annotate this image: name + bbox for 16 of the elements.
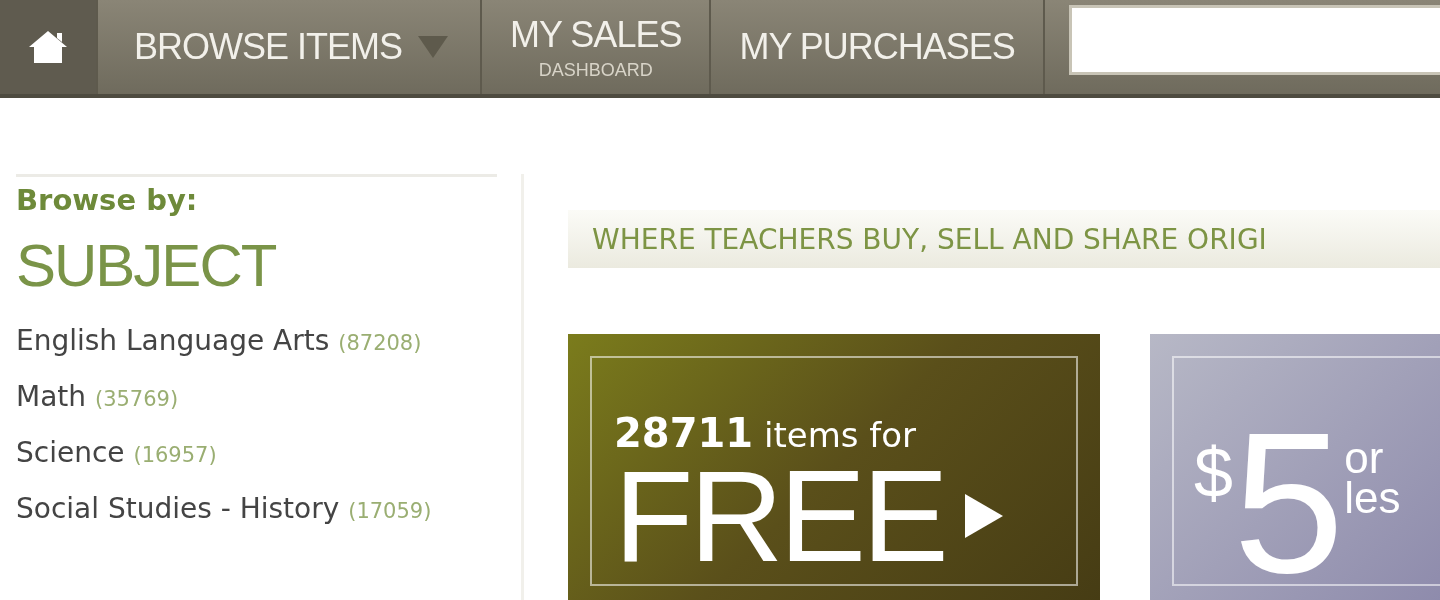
subject-title: SUBJECT (16, 231, 277, 300)
nav-link[interactable]: MY SALES DASHBOARD (480, 0, 710, 94)
browse-by-heading: Browse by: (16, 183, 199, 217)
search-field[interactable] (1068, 5, 1440, 75)
subject-link[interactable]: Science (16957) (16, 426, 497, 482)
play-icon (964, 494, 1003, 538)
nav-link[interactable]: MY PURCHASES (709, 0, 1043, 94)
caret-icon (418, 36, 449, 58)
tagline: WHERE TEACHERS BUY, SELL AND SHARE ORIGI (592, 222, 1267, 256)
home-button[interactable] (0, 0, 96, 94)
subject-link[interactable]: Math (35769) (16, 370, 497, 426)
home-icon (27, 29, 69, 65)
browse-items-menu[interactable]: BROWSE ITEMS (96, 0, 480, 94)
free-items-card[interactable]: 28711 items for FREE (568, 334, 1100, 600)
subject-link[interactable]: Social Studies - History (17059) (16, 482, 497, 538)
subject-link[interactable]: English Language Arts (87208) (16, 314, 497, 370)
